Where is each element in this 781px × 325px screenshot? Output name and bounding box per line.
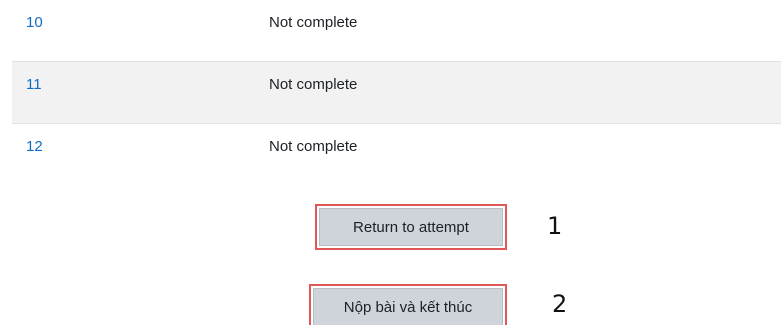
quiz-summary-page: 10 Not complete 11 Not complete 12 Not c…: [0, 0, 781, 325]
question-link[interactable]: 12: [26, 138, 43, 155]
annotation-marker-1: 1: [547, 212, 563, 240]
question-link[interactable]: 11: [26, 76, 42, 93]
table-row: 12 Not complete: [12, 124, 781, 185]
question-status: Not complete: [269, 14, 358, 31]
question-link[interactable]: 10: [26, 14, 43, 31]
return-to-attempt-button[interactable]: Return to attempt: [319, 208, 503, 246]
annotation-marker-2: 2: [552, 290, 568, 318]
highlight-box-1: Return to attempt: [315, 204, 507, 250]
question-status: Not complete: [269, 76, 358, 93]
highlight-box-2: Nộp bài và kết thúc: [309, 284, 507, 325]
attempt-summary-table: 10 Not complete 11 Not complete 12 Not c…: [12, 0, 781, 185]
submit-all-and-finish-button[interactable]: Nộp bài và kết thúc: [313, 288, 503, 325]
table-row: 10 Not complete: [12, 0, 781, 62]
question-status: Not complete: [269, 138, 358, 155]
table-row: 11 Not complete: [12, 62, 781, 124]
